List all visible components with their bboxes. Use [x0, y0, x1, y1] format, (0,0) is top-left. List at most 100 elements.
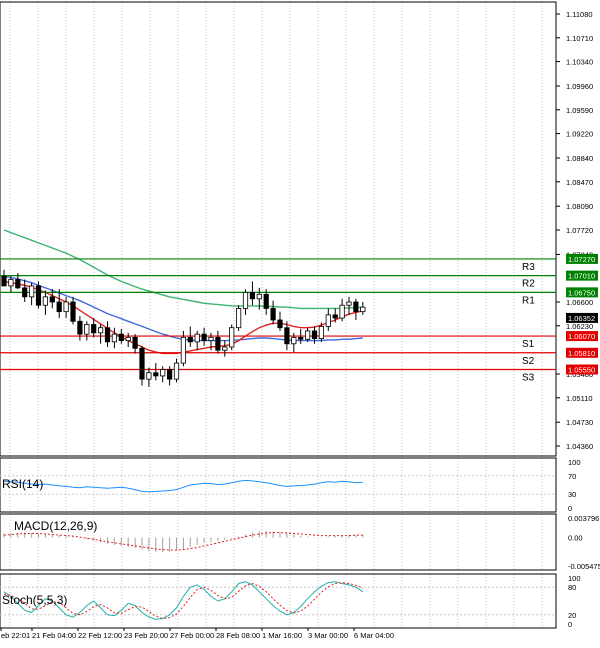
- price-tick-label: 1.06230: [566, 322, 593, 331]
- current-price-label: 1.06352: [568, 314, 595, 323]
- price-tick-label: 1.09220: [566, 130, 593, 139]
- time-label: 3 Mar 00:00: [308, 631, 348, 640]
- candle-body: [70, 301, 76, 322]
- candle-body: [256, 293, 262, 300]
- time-axis: eb 22:01 21 Feb 04:00 22 Feb 12:00 23 Feb 2…: [0, 628, 394, 640]
- price-tick-label: 1.10340: [566, 58, 593, 67]
- candle-body: [325, 314, 331, 327]
- macd-panel: MACD(12,26,9) 0.003796 0.00 -0.005475: [0, 513, 600, 571]
- candle-body: [311, 330, 318, 340]
- level-value-label: 1.06750: [568, 288, 595, 297]
- candle-body: [8, 279, 14, 287]
- macd-label: MACD(12,26,9): [14, 519, 97, 533]
- level-label-s2: S2: [522, 356, 535, 367]
- ma-green-line: [3, 229, 363, 310]
- price-tick-label: 1.10710: [566, 34, 593, 43]
- rsi-scale-label: 30: [568, 490, 576, 499]
- rsi-scale-label: 0: [568, 504, 572, 513]
- candle-body: [298, 336, 304, 340]
- macd-scale-label: 0.003796: [568, 514, 599, 523]
- price-tick-label: 1.04730: [566, 418, 593, 427]
- candle-body: [98, 327, 104, 334]
- price-tick-label: 1.09590: [566, 106, 593, 115]
- candle-body: [146, 372, 152, 380]
- stoch-label: Stoch(5,5,3): [2, 593, 67, 607]
- chart: R3 R2 R1 S1 S2 S3 1.11080 1.10710 1.10340 1.09960…: [0, 0, 600, 643]
- candle-body: [160, 369, 166, 377]
- candle-body: [118, 333, 124, 341]
- candle-body: [249, 291, 255, 300]
- time-label: 28 Feb 08:00: [216, 631, 260, 640]
- price-tick-label: 1.08470: [566, 178, 593, 187]
- level-value-label: 1.05550: [568, 366, 595, 375]
- time-label: 22 Feb 12:00: [78, 631, 122, 640]
- stoch-panel: Stoch(5,5,3) 10080 200: [0, 573, 581, 629]
- candle-body: [56, 301, 62, 313]
- stoch-scale-label: 80: [568, 583, 576, 592]
- candle-body: [339, 304, 345, 319]
- chart-svg: R3 R2 R1 S1 S2 S3 1.11080 1.10710 1.10340 1.09960…: [0, 1, 600, 640]
- time-label: 1 Mar 16:00: [262, 631, 302, 640]
- candle-body: [187, 336, 193, 343]
- candle-body: [49, 296, 55, 303]
- candle-body: [15, 279, 21, 289]
- candle-body: [166, 369, 173, 380]
- candle-body: [1, 275, 7, 287]
- candle-body: [291, 336, 297, 345]
- candle-body: [242, 291, 249, 309]
- candle-body: [28, 285, 35, 298]
- time-label: 6 Mar 04:00: [354, 631, 394, 640]
- level-label-s3: S3: [522, 373, 535, 384]
- macd-scale-label: 0.00: [568, 534, 583, 543]
- candle-body: [104, 327, 111, 343]
- candle-body: [277, 319, 283, 329]
- candle-body: [208, 336, 214, 341]
- price-panel: R3 R2 R1 S1 S2 S3 1.11080 1.10710 1.10340 1.09960…: [0, 1, 598, 457]
- candle-body: [139, 347, 145, 380]
- candle-body: [332, 314, 338, 319]
- candle-body: [173, 362, 180, 380]
- candle-body: [235, 308, 242, 329]
- candle-body: [222, 346, 228, 351]
- time-label: 21 Feb 04:00: [32, 631, 76, 640]
- candle-body: [263, 293, 269, 309]
- level-label-s1: S1: [522, 339, 535, 350]
- candle-body: [194, 333, 200, 343]
- rsi-label: RSI(14): [2, 477, 43, 491]
- price-tick-label: 1.04360: [566, 442, 593, 451]
- stoch-scale-label: 100: [568, 574, 581, 583]
- rsi-line: [3, 479, 363, 493]
- rsi-scale-label: 100: [568, 458, 581, 467]
- candle-body: [77, 320, 83, 335]
- level-value-label: 1.05810: [568, 349, 595, 358]
- candle-body: [35, 285, 42, 306]
- macd-scale-label: -0.005475: [568, 562, 600, 571]
- candle-body: [284, 327, 290, 345]
- rsi-panel: RSI(14) 100 70 30 0: [0, 457, 581, 513]
- price-tick-label: 1.09960: [566, 82, 593, 91]
- level-label-r1: R1: [522, 295, 535, 306]
- price-tick-label: 1.08090: [566, 202, 593, 211]
- candle-body: [42, 296, 49, 306]
- candle-body: [304, 330, 311, 340]
- level-label-r3: R3: [522, 262, 535, 273]
- candle-body: [270, 308, 276, 321]
- stoch-scale-label: 20: [568, 611, 576, 620]
- stoch-scale-label: 0: [568, 620, 572, 629]
- level-value-label: 1.07270: [568, 255, 595, 264]
- level-label-r2: R2: [522, 279, 535, 290]
- price-tick-label: 1.11080: [566, 10, 593, 19]
- candle-body: [91, 324, 97, 334]
- candle-body: [125, 336, 131, 341]
- price-tick-label: 1.08840: [566, 154, 593, 163]
- candle-body: [318, 326, 325, 340]
- candle-body: [229, 327, 235, 348]
- time-label: 23 Feb 20:00: [124, 631, 168, 640]
- candle-body: [346, 301, 352, 306]
- price-tick-label: 1.06600: [566, 298, 593, 307]
- candle-body: [63, 301, 69, 313]
- candle-body: [215, 336, 221, 351]
- time-label: eb 22:01: [1, 631, 30, 640]
- candle-body: [353, 301, 359, 313]
- candle-body: [132, 336, 138, 349]
